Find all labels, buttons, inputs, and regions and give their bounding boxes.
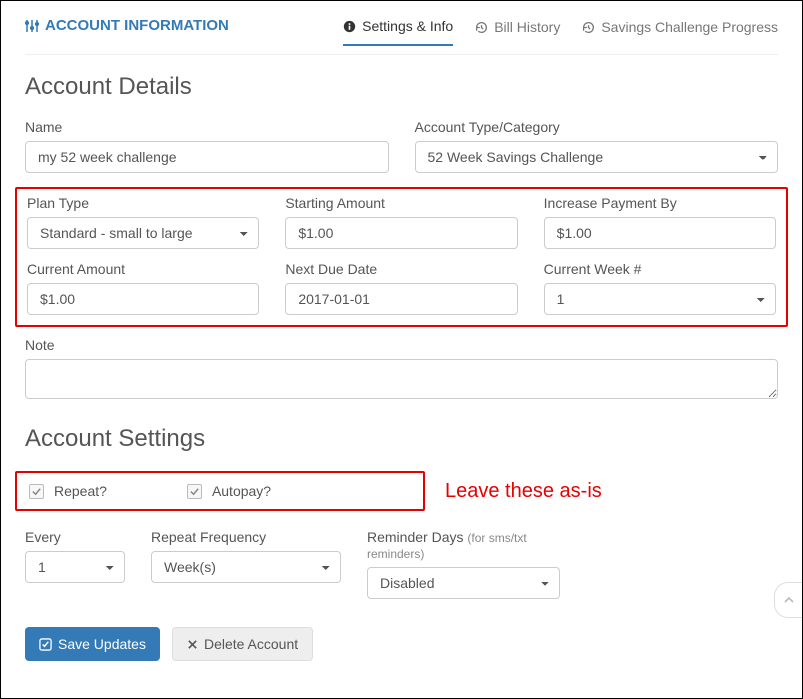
repeat-autopay-highlight: Repeat? Autopay?	[15, 471, 425, 511]
account-type-label: Account Type/Category	[415, 119, 779, 135]
repeat-label: Repeat?	[54, 483, 107, 499]
save-button-label: Save Updates	[58, 636, 146, 652]
checkbox-icon	[187, 484, 202, 499]
repeat-checkbox-row[interactable]: Repeat?	[29, 483, 107, 499]
plan-type-label: Plan Type	[27, 195, 259, 211]
tab-savings-progress[interactable]: Savings Challenge Progress	[582, 18, 778, 46]
note-label: Note	[25, 337, 778, 353]
tab-label: Bill History	[494, 19, 560, 35]
history-icon	[475, 21, 488, 34]
starting-amount-label: Starting Amount	[285, 195, 517, 211]
save-button[interactable]: Save Updates	[25, 627, 160, 661]
tab-bill-history[interactable]: Bill History	[475, 18, 560, 46]
sliders-icon	[25, 19, 39, 33]
account-info-panel: ACCOUNT INFORMATION Settings & Info Bill…	[0, 0, 803, 699]
autopay-checkbox-row[interactable]: Autopay?	[187, 483, 271, 499]
every-select[interactable]: 1	[25, 551, 125, 583]
current-week-select[interactable]: 1	[544, 283, 776, 315]
checkbox-icon	[29, 484, 44, 499]
increase-by-input[interactable]	[544, 217, 776, 249]
plan-type-select[interactable]: Standard - small to large	[27, 217, 259, 249]
freq-label: Repeat Frequency	[151, 529, 341, 545]
next-due-label: Next Due Date	[285, 261, 517, 277]
tabs: Settings & Info Bill History Savings Cha…	[343, 18, 778, 46]
increase-by-label: Increase Payment By	[544, 195, 776, 211]
challenge-fields-highlight: Plan Type Standard - small to large Star…	[15, 187, 788, 327]
autopay-label: Autopay?	[212, 483, 271, 499]
current-amount-label: Current Amount	[27, 261, 259, 277]
info-icon	[343, 20, 356, 33]
delete-button[interactable]: Delete Account	[172, 627, 313, 661]
page-title-text: ACCOUNT INFORMATION	[45, 17, 229, 34]
check-square-icon	[39, 638, 52, 651]
annotation-text: Leave these as-is	[445, 480, 602, 503]
tab-label: Savings Challenge Progress	[601, 19, 778, 35]
next-due-input[interactable]	[285, 283, 517, 315]
tab-label: Settings & Info	[362, 18, 453, 34]
divider	[25, 54, 778, 55]
section-account-settings: Account Settings	[25, 425, 778, 453]
scroll-top-button[interactable]	[774, 582, 802, 618]
account-type-select[interactable]: 52 Week Savings Challenge	[415, 141, 779, 173]
tab-settings-info[interactable]: Settings & Info	[343, 18, 453, 46]
page-title: ACCOUNT INFORMATION	[25, 17, 229, 34]
every-label: Every	[25, 529, 125, 545]
history-icon	[582, 21, 595, 34]
current-amount-input[interactable]	[27, 283, 259, 315]
section-account-details: Account Details	[25, 73, 778, 101]
name-input[interactable]	[25, 141, 389, 173]
reminder-label: Reminder Days (for sms/txt reminders)	[367, 529, 560, 561]
freq-select[interactable]: Week(s)	[151, 551, 341, 583]
delete-button-label: Delete Account	[204, 636, 298, 652]
starting-amount-input[interactable]	[285, 217, 517, 249]
name-label: Name	[25, 119, 389, 135]
note-textarea[interactable]	[25, 359, 778, 399]
reminder-select[interactable]: Disabled	[367, 567, 560, 599]
current-week-label: Current Week #	[544, 261, 776, 277]
x-icon	[187, 639, 198, 650]
